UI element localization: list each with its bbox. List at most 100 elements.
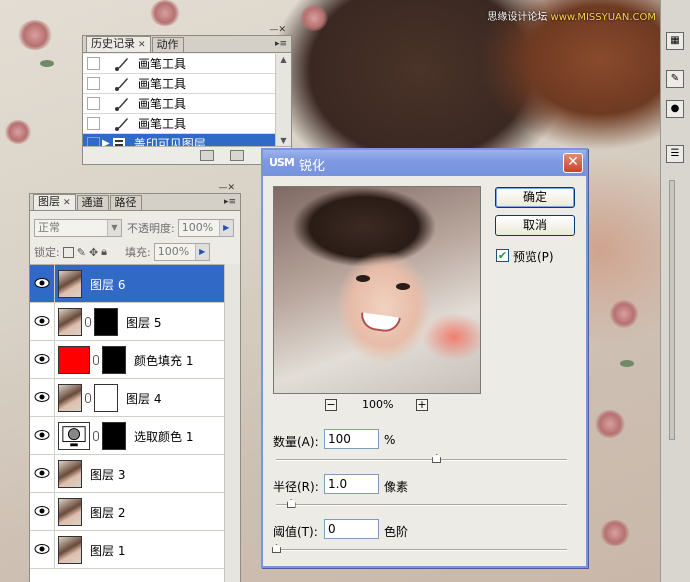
layer-name: 图层 2: [90, 506, 126, 520]
layer-thumbnail: [58, 498, 82, 526]
layer-row[interactable]: 图层 2: [30, 493, 226, 531]
info-icon[interactable]: ●: [666, 100, 684, 118]
opacity-value: 100%: [181, 221, 214, 234]
create-snapshot-icon[interactable]: [230, 150, 244, 161]
layer-row[interactable]: 选取颜色 1: [30, 417, 226, 455]
layer-mask-thumbnail: [102, 346, 126, 374]
link-chain-icon: [93, 355, 99, 365]
panel-close-icon[interactable]: —✕: [269, 25, 286, 35]
threshold-slider-handle[interactable]: [272, 544, 281, 553]
layer-row[interactable]: 图层 1: [30, 531, 226, 569]
new-document-from-state-icon[interactable]: [200, 150, 214, 161]
tab-label: 历史记录: [91, 37, 135, 50]
layer-thumbnail: [58, 308, 82, 336]
eye-visibility-icon[interactable]: [34, 543, 50, 555]
history-row[interactable]: 画笔工具: [83, 54, 275, 74]
layer-comps-icon[interactable]: ☰: [666, 145, 684, 163]
tab-paths[interactable]: 路径: [109, 195, 142, 210]
brush-preset-icon[interactable]: ✎: [666, 70, 684, 88]
fill-input[interactable]: 100% ▶: [153, 243, 210, 261]
radius-slider-track[interactable]: [276, 504, 567, 506]
layer-divider: [54, 265, 55, 303]
tab-label: 通道: [81, 196, 104, 209]
amount-slider-track[interactable]: [276, 459, 567, 461]
blend-mode-select[interactable]: 正常 ▼: [34, 219, 122, 237]
close-icon[interactable]: ✕: [563, 153, 583, 173]
layer-thumbnail: [58, 270, 82, 298]
history-scrollbar[interactable]: ▲ ▼: [275, 54, 291, 147]
eye-visibility-icon[interactable]: [34, 467, 50, 479]
layer-row-selected[interactable]: 图层 6: [30, 265, 226, 303]
ok-button[interactable]: 确定: [495, 187, 575, 208]
tab-label: 动作: [156, 38, 179, 51]
link-chain-icon: [85, 317, 91, 327]
eye-visibility-icon[interactable]: [34, 353, 50, 365]
tab-channels[interactable]: 通道: [76, 195, 109, 210]
eye-visibility-icon[interactable]: [34, 429, 50, 441]
dialog-titlebar[interactable]: USM 锐化 ✕: [263, 150, 586, 176]
zoom-in-button[interactable]: +: [416, 399, 428, 411]
layer-row[interactable]: 图层 3: [30, 455, 226, 493]
flower-pattern: [595, 410, 625, 438]
layer-divider: [54, 341, 55, 379]
layer-name: 图层 6: [90, 278, 126, 292]
tab-actions[interactable]: 动作: [151, 37, 184, 52]
lock-image-brush-icon[interactable]: ✎: [77, 246, 86, 259]
layer-divider: [54, 417, 55, 455]
eye-visibility-icon[interactable]: [34, 505, 50, 517]
panel-menu-icon[interactable]: ▸≡: [274, 38, 288, 50]
cancel-button[interactable]: 取消: [495, 215, 575, 236]
scroll-up-icon[interactable]: ▲: [276, 54, 291, 66]
history-source-checkbox[interactable]: [87, 77, 100, 90]
history-row[interactable]: 画笔工具: [83, 74, 275, 94]
history-source-checkbox[interactable]: [87, 117, 100, 130]
threshold-input[interactable]: 0: [324, 519, 379, 539]
radius-input[interactable]: 1.0: [324, 474, 379, 494]
history-row[interactable]: 画笔工具: [83, 94, 275, 114]
watermark-url: www.MISSYUAN.COM: [550, 12, 656, 23]
history-bottom-bar: [83, 146, 291, 164]
layer-row[interactable]: 图层 5: [30, 303, 226, 341]
tab-layers[interactable]: 图层 ✕: [33, 194, 76, 210]
layer-row[interactable]: 图层 4: [30, 379, 226, 417]
fill-value: 100%: [157, 245, 190, 258]
preview-checkbox-label: 预览(P): [513, 250, 554, 264]
tab-history[interactable]: 历史记录 ✕: [86, 36, 151, 52]
tab-close-icon[interactable]: ✕: [138, 40, 146, 50]
leaf-pattern: [40, 60, 54, 67]
lock-all-icon[interactable]: 🔒︎: [101, 245, 107, 259]
history-row[interactable]: 画笔工具: [83, 114, 275, 134]
panel-close-icon[interactable]: —✕: [218, 183, 235, 193]
chevron-right-icon: ▶: [218, 220, 233, 236]
radius-slider-handle[interactable]: [286, 499, 296, 508]
lock-position-move-icon[interactable]: ✥: [89, 246, 98, 259]
history-source-checkbox[interactable]: [87, 97, 100, 110]
tab-close-icon[interactable]: ✕: [63, 198, 71, 208]
layer-divider: [54, 303, 55, 341]
layers-scrollbar[interactable]: [224, 264, 240, 582]
zoom-out-button[interactable]: −: [325, 399, 337, 411]
eye-visibility-icon[interactable]: [34, 277, 50, 289]
opacity-input[interactable]: 100% ▶: [177, 219, 234, 237]
eye-visibility-icon[interactable]: [34, 315, 50, 327]
threshold-slider-track[interactable]: [276, 549, 567, 551]
panel-menu-icon[interactable]: ▸≡: [223, 196, 237, 208]
usm-icon: USM: [269, 156, 295, 169]
blend-mode-value: 正常: [38, 221, 60, 234]
layer-mask-thumbnail: [94, 308, 118, 336]
flower-pattern: [5, 120, 31, 144]
right-scrollbar[interactable]: [669, 180, 675, 440]
amount-input[interactable]: 100: [324, 429, 379, 449]
layer-name: 图层 4: [126, 392, 162, 406]
layer-divider: [54, 455, 55, 493]
panel-toggle-icon[interactable]: ▦: [666, 32, 684, 50]
history-panel: —✕ 历史记录 ✕ 动作 ▸≡ 画笔工具 画笔工具 画笔工具 画笔工具 ▶ 盖印…: [82, 25, 292, 165]
lock-transparent-icon[interactable]: [62, 246, 74, 258]
preview-image[interactable]: [273, 186, 481, 394]
eye-visibility-icon[interactable]: [34, 391, 50, 403]
history-source-checkbox[interactable]: [87, 57, 100, 70]
preview-checkbox[interactable]: ✔: [496, 249, 509, 262]
layer-row[interactable]: 颜色填充 1: [30, 341, 226, 379]
amount-slider-handle[interactable]: [432, 454, 442, 463]
preview-face-feature: [356, 275, 370, 282]
